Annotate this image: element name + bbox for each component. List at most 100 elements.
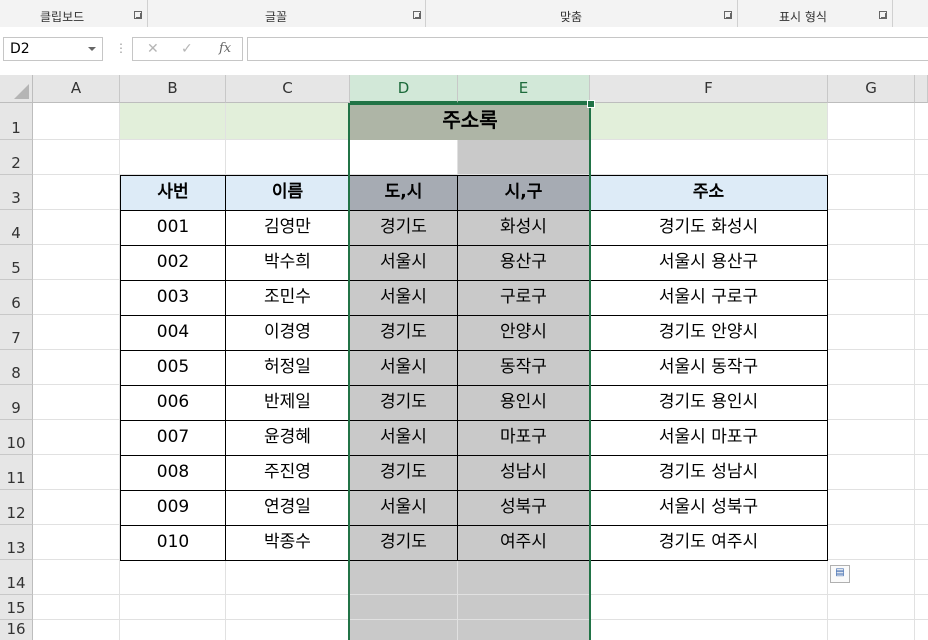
cell-address[interactable]: 경기도 성남시: [589, 455, 828, 491]
cell-province[interactable]: 서울시: [349, 280, 458, 316]
column-header-e[interactable]: E: [458, 75, 590, 103]
cell-name[interactable]: 연경일: [225, 490, 350, 526]
insert-function-icon[interactable]: fx: [219, 41, 231, 56]
cell-id[interactable]: 003: [120, 280, 226, 316]
cell-address[interactable]: 경기도 용인시: [589, 385, 828, 421]
row-header-13[interactable]: 13: [0, 525, 33, 560]
row-header-3[interactable]: 3: [0, 175, 33, 210]
cell-province[interactable]: 경기도: [349, 385, 458, 421]
cell-area[interactable]: 주소록 사번 이름 도,시 시,구 주소 001 김영만 경기도 화성시 경기도 화성시…: [33, 100, 928, 640]
row-header-16[interactable]: 16: [0, 620, 33, 640]
cell-id[interactable]: 005: [120, 350, 226, 386]
cell-address[interactable]: 서울시 동작구: [589, 350, 828, 386]
row-number: 10: [6, 434, 26, 452]
fill-handle[interactable]: [587, 100, 595, 108]
header-cell-id[interactable]: 사번: [120, 175, 226, 211]
header-cell-city[interactable]: 시,구: [457, 175, 590, 211]
row-header-12[interactable]: 12: [0, 490, 33, 525]
cell-province[interactable]: 경기도: [349, 210, 458, 246]
cell-address[interactable]: 서울시 구로구: [589, 280, 828, 316]
row-header-10[interactable]: 10: [0, 420, 33, 455]
column-header-b[interactable]: B: [120, 75, 226, 103]
sheet-title[interactable]: 주소록: [350, 103, 590, 140]
cell-province[interactable]: 서울시: [349, 245, 458, 281]
cell-id[interactable]: 004: [120, 315, 226, 351]
column-header-h[interactable]: [915, 75, 928, 103]
dialog-launcher-icon[interactable]: [413, 11, 421, 19]
cell-id[interactable]: 002: [120, 245, 226, 281]
column-header-d[interactable]: D: [350, 75, 458, 103]
header-cell-address[interactable]: 주소: [589, 175, 828, 211]
select-all-corner[interactable]: [0, 75, 33, 103]
cell-province[interactable]: 경기도: [349, 315, 458, 351]
cell-id[interactable]: 006: [120, 385, 226, 421]
cell-id[interactable]: 009: [120, 490, 226, 526]
title-banner: [590, 103, 828, 140]
dialog-launcher-icon[interactable]: [879, 11, 887, 19]
header-cell-province[interactable]: 도,시: [349, 175, 458, 211]
row-number: 4: [11, 224, 21, 242]
column-header-g[interactable]: G: [828, 75, 915, 103]
cell-city[interactable]: 마포구: [457, 420, 590, 456]
cell-province[interactable]: 경기도: [349, 455, 458, 491]
dialog-launcher-icon[interactable]: [134, 11, 142, 19]
row-header-1[interactable]: 1: [0, 103, 33, 140]
cell-city[interactable]: 성북구: [457, 490, 590, 526]
cell-id[interactable]: 010: [120, 525, 226, 561]
column-header-c[interactable]: C: [226, 75, 350, 103]
cell-province[interactable]: 서울시: [349, 350, 458, 386]
row-header-9[interactable]: 9: [0, 385, 33, 420]
row-header-14[interactable]: 14: [0, 560, 33, 595]
row-header-2[interactable]: 2: [0, 140, 33, 175]
formula-bar: D2 ⋮ ✕ ✓ fx: [0, 27, 928, 75]
cell-address[interactable]: 경기도 안양시: [589, 315, 828, 351]
row-header-7[interactable]: 7: [0, 315, 33, 350]
row-number: 16: [6, 620, 26, 638]
column-header-a[interactable]: A: [33, 75, 120, 103]
cell-name[interactable]: 이경영: [225, 315, 350, 351]
cell-address[interactable]: 경기도 화성시: [589, 210, 828, 246]
chevron-down-icon[interactable]: [88, 47, 96, 51]
more-dots-icon[interactable]: ⋮: [115, 41, 127, 55]
cell-province[interactable]: 서울시: [349, 420, 458, 456]
cell-id[interactable]: 007: [120, 420, 226, 456]
cell-address[interactable]: 서울시 성북구: [589, 490, 828, 526]
cell-id[interactable]: 001: [120, 210, 226, 246]
row-header-15[interactable]: 15: [0, 595, 33, 620]
cell-name[interactable]: 박수희: [225, 245, 350, 281]
row-header-6[interactable]: 6: [0, 280, 33, 315]
enter-icon[interactable]: ✓: [181, 41, 193, 57]
cell-name[interactable]: 김영만: [225, 210, 350, 246]
cancel-icon[interactable]: ✕: [147, 41, 159, 57]
paste-options-icon[interactable]: ▤: [830, 565, 850, 583]
header-cell-name[interactable]: 이름: [225, 175, 350, 211]
cell-city[interactable]: 화성시: [457, 210, 590, 246]
cell-address[interactable]: 서울시 마포구: [589, 420, 828, 456]
row-header-8[interactable]: 8: [0, 350, 33, 385]
cell-city[interactable]: 구로구: [457, 280, 590, 316]
cell-province[interactable]: 서울시: [349, 490, 458, 526]
column-header-f[interactable]: F: [590, 75, 828, 103]
cell-id[interactable]: 008: [120, 455, 226, 491]
dialog-launcher-icon[interactable]: [724, 11, 732, 19]
cell-province[interactable]: 경기도: [349, 525, 458, 561]
cell-address[interactable]: 경기도 여주시: [589, 525, 828, 561]
cell-city[interactable]: 용산구: [457, 245, 590, 281]
cell-name[interactable]: 허정일: [225, 350, 350, 386]
cell-city[interactable]: 용인시: [457, 385, 590, 421]
cell-name[interactable]: 윤경혜: [225, 420, 350, 456]
cell-name[interactable]: 반제일: [225, 385, 350, 421]
cell-city[interactable]: 안양시: [457, 315, 590, 351]
row-header-4[interactable]: 4: [0, 210, 33, 245]
cell-city[interactable]: 성남시: [457, 455, 590, 491]
cell-name[interactable]: 박종수: [225, 525, 350, 561]
cell-name[interactable]: 주진영: [225, 455, 350, 491]
formula-input[interactable]: [247, 37, 928, 61]
name-box[interactable]: D2: [3, 37, 103, 61]
cell-name[interactable]: 조민수: [225, 280, 350, 316]
row-header-5[interactable]: 5: [0, 245, 33, 280]
cell-city[interactable]: 여주시: [457, 525, 590, 561]
cell-city[interactable]: 동작구: [457, 350, 590, 386]
cell-address[interactable]: 서울시 용산구: [589, 245, 828, 281]
row-header-11[interactable]: 11: [0, 455, 33, 490]
